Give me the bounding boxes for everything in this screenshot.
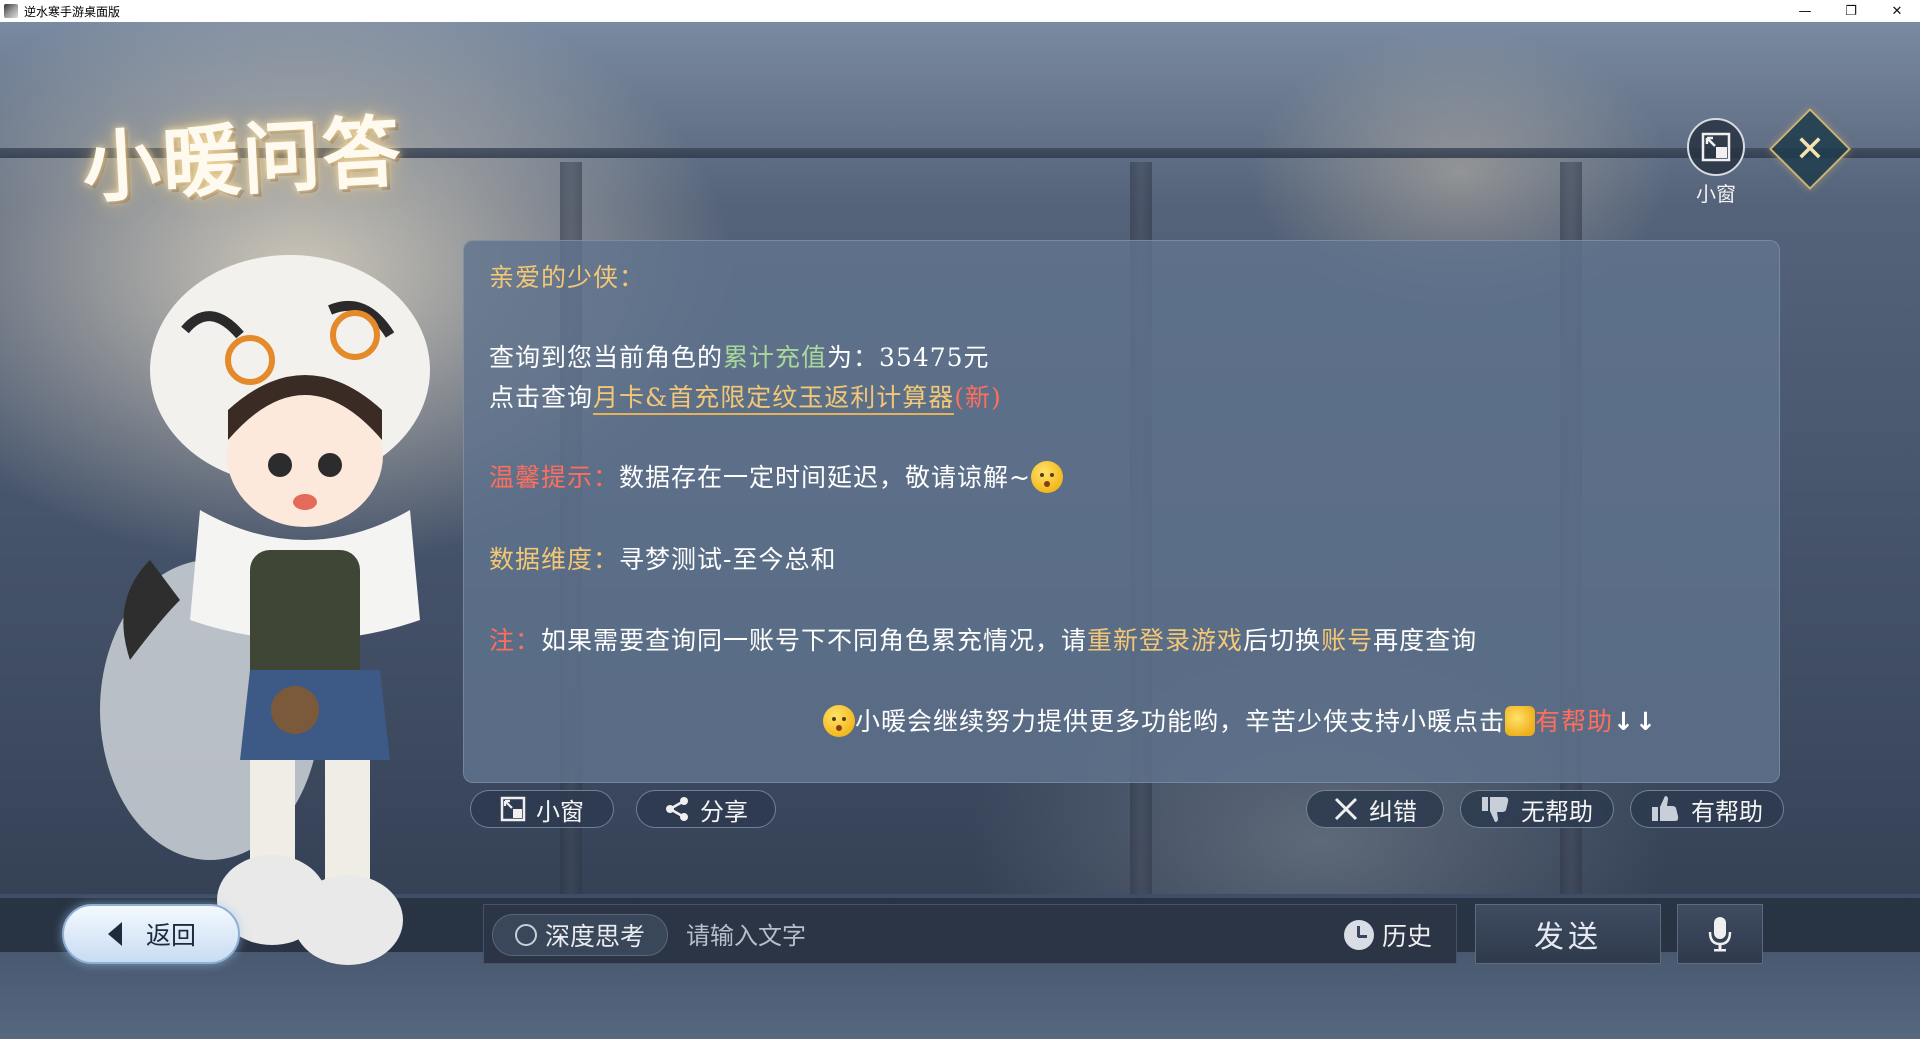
share-button[interactable]: 分享 <box>636 790 776 828</box>
radio-icon <box>514 924 537 946</box>
tip-text: 数据存在一定时间延迟，敬请谅解~ <box>619 463 1031 492</box>
x-icon <box>1334 797 1358 821</box>
dimension-label: 数据维度： <box>489 545 620 574</box>
close-icon: ✕ <box>1794 128 1826 170</box>
thumbs-down-icon <box>1482 797 1509 822</box>
minimize-button[interactable]: — <box>1782 0 1828 22</box>
mini-window-action-button[interactable]: 小窗 <box>470 790 614 828</box>
voice-input-button[interactable] <box>1677 904 1763 964</box>
deep-think-toggle[interactable]: 深度思考 <box>492 914 668 956</box>
recharge-line: 查询到您当前角色的累计充值为：35475元 <box>489 338 990 374</box>
note-highlight-relogin: 重新登录游戏 <box>1087 626 1244 655</box>
footer-arrows: ↓↓ <box>1613 707 1657 736</box>
footer-text: 小暖会继续努力提供更多功能哟，辛苦少侠支持小暖点击 <box>855 707 1506 736</box>
back-label: 返回 <box>145 921 196 950</box>
correct-button[interactable]: 纠错 <box>1306 790 1444 828</box>
mini-window-icon <box>500 796 526 822</box>
helpful-button[interactable]: 有帮助 <box>1630 790 1784 828</box>
greeting: 亲爱的少侠： <box>489 263 646 292</box>
history-label: 历史 <box>1382 922 1433 951</box>
tip-label: 温馨提示： <box>489 463 620 492</box>
mini-window-button[interactable]: 小窗 <box>1686 118 1746 206</box>
dimension-line: 数据维度：寻梦测试-至今总和 <box>489 540 836 576</box>
calculator-prefix: 点击查询 <box>489 383 594 412</box>
deep-think-label: 深度思考 <box>544 922 645 951</box>
mini-window-icon <box>1687 118 1745 176</box>
maximize-button[interactable]: ❐ <box>1828 0 1874 22</box>
note-part1: 如果需要查询同一账号下不同角色累充情况，请 <box>541 626 1088 655</box>
mini-window-action-label: 小窗 <box>536 797 584 826</box>
tip-line: 温馨提示：数据存在一定时间延迟，敬请谅解~ <box>489 458 1063 494</box>
calculator-line: 点击查询月卡&首充限定纹玉返利计算器(新) <box>489 378 1002 415</box>
note-part2: 后切换 <box>1243 626 1322 655</box>
note-line: 注：如果需要查询同一账号下不同角色累充情况，请重新登录游戏后切换账号再度查询 <box>489 621 1477 657</box>
xiaonuan-qa-logo: 小暖问答 <box>80 106 405 215</box>
thumbs-up-icon <box>1652 796 1679 821</box>
clock-icon <box>1344 920 1374 950</box>
answer-panel: 亲爱的少侠： 查询到您当前角色的累计充值为：35475元 点击查询月卡&首充限定… <box>463 240 1780 783</box>
recharge-prefix: 查询到您当前角色的 <box>489 343 724 372</box>
dimension-text: 寻梦测试-至今总和 <box>619 545 837 574</box>
chat-input-bar: 深度思考 历史 <box>483 904 1457 964</box>
history-button[interactable]: 历史 <box>1344 914 1432 956</box>
footer-line: 小暖会继续努力提供更多功能哟，辛苦少侠支持小暖点击 有帮助↓↓ <box>823 702 1657 738</box>
note-highlight-account: 账号 <box>1321 626 1374 655</box>
share-label: 分享 <box>700 797 748 826</box>
window-title: 逆水寒手游桌面版 <box>24 4 121 19</box>
note-label: 注： <box>489 626 542 655</box>
not-helpful-label: 无帮助 <box>1521 797 1593 826</box>
footer-helpful: 有帮助 <box>1535 707 1614 736</box>
not-helpful-button[interactable]: 无帮助 <box>1460 790 1614 828</box>
thumbs-up-emoji-icon <box>1505 706 1536 736</box>
calculator-link[interactable]: 月卡&首充限定纹玉返利计算器 <box>593 383 955 415</box>
recharge-highlight: 累计充值 <box>723 343 828 372</box>
mic-icon <box>1708 917 1732 952</box>
mini-window-label: 小窗 <box>1696 182 1736 206</box>
correct-label: 纠错 <box>1369 797 1417 826</box>
question-input[interactable] <box>684 914 1308 958</box>
window-titlebar: 逆水寒手游桌面版 — ❐ ✕ <box>0 0 1920 22</box>
app-icon <box>4 4 18 18</box>
note-part3: 再度查询 <box>1373 626 1478 655</box>
emoji-icon <box>1030 461 1063 493</box>
back-button[interactable]: 返回 <box>62 904 240 964</box>
character-illustration <box>100 255 430 965</box>
send-button[interactable]: 发送 <box>1475 904 1661 964</box>
helpful-label: 有帮助 <box>1691 797 1763 826</box>
new-badge: (新) <box>954 383 1002 412</box>
share-icon <box>666 797 688 821</box>
recharge-amount: 为：35475元 <box>827 343 990 372</box>
emoji-icon <box>823 705 855 737</box>
close-window-button[interactable]: ✕ <box>1874 0 1920 22</box>
back-arrow-icon <box>107 922 122 946</box>
